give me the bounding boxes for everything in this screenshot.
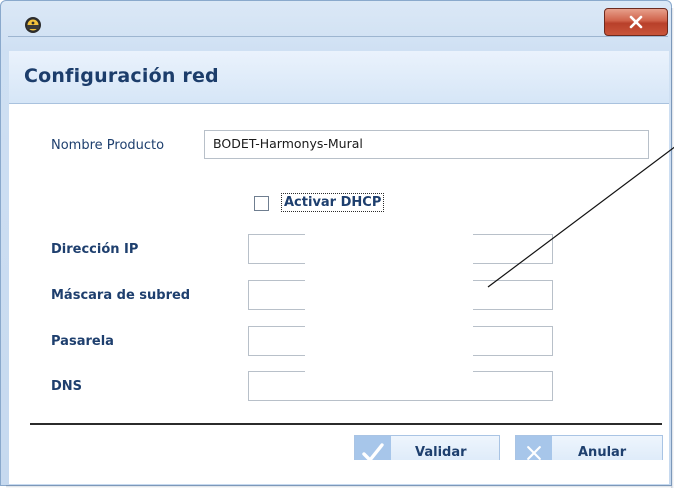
dialog-title: Configuración red xyxy=(24,65,219,87)
ip-address-label: Dirección IP xyxy=(51,242,139,257)
dialog-footer xyxy=(9,460,669,484)
subnet-mask-label: Máscara de subred xyxy=(51,288,191,303)
gateway-label: Pasarela xyxy=(51,334,114,349)
clock-app-icon xyxy=(24,16,42,34)
dns-label: DNS xyxy=(51,379,83,394)
cancel-button-label: Anular xyxy=(578,445,627,460)
dialog-header: Configuración red xyxy=(9,51,669,104)
product-name-label: Nombre Producto xyxy=(51,138,165,153)
dhcp-checkbox[interactable] xyxy=(254,196,269,211)
titlebar-divider xyxy=(8,36,668,37)
close-icon xyxy=(629,15,643,29)
field-occlusion xyxy=(305,233,473,391)
product-name-value: BODET-Harmonys-Mural xyxy=(213,136,363,151)
validate-button-label: Validar xyxy=(415,445,467,460)
footer-separator xyxy=(30,423,662,425)
dhcp-checkbox-label[interactable]: Activar DHCP xyxy=(281,193,385,212)
window-close-button[interactable] xyxy=(604,8,668,36)
network-config-dialog: Configuración red Nombre Producto BODET-… xyxy=(0,0,674,488)
product-name-field[interactable]: BODET-Harmonys-Mural xyxy=(204,130,649,159)
